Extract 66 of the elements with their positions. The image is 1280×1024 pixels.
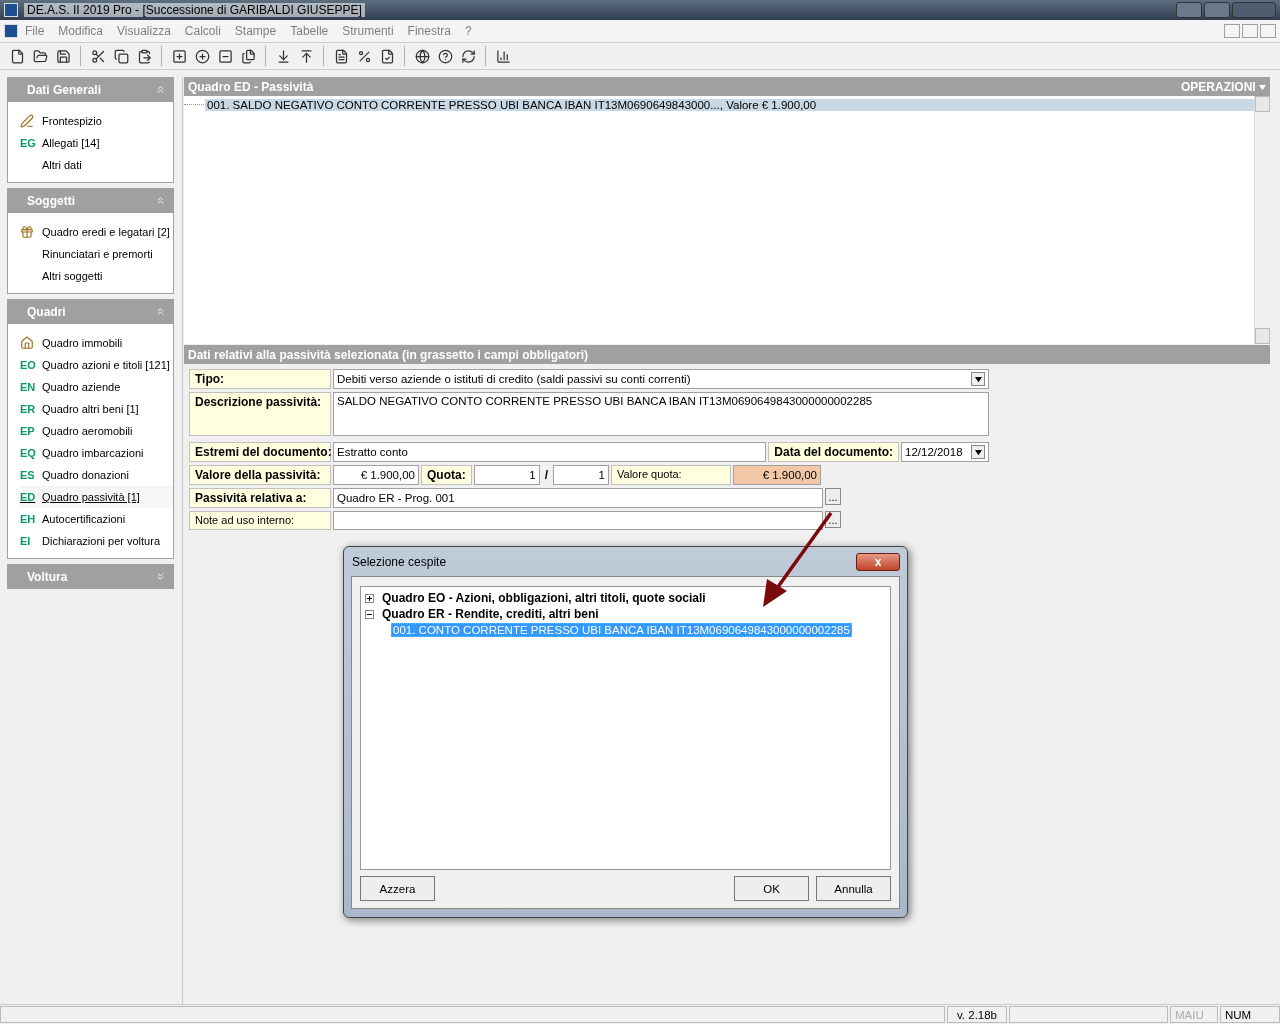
field-label: Passività relativa a: bbox=[189, 488, 331, 508]
remove-icon[interactable] bbox=[216, 47, 234, 65]
app-icon bbox=[4, 3, 18, 17]
browse-button[interactable]: ... bbox=[825, 488, 841, 505]
folder-icon[interactable] bbox=[31, 47, 49, 65]
panel-header: Quadro ED - Passività OPERAZIONI bbox=[184, 77, 1270, 96]
description-field[interactable]: SALDO NEGATIVO CONTO CORRENTE PRESSO UBI BANCA IBAN IT13M0690649843000000002285 bbox=[333, 392, 989, 436]
window-title: DE.A.S. II 2019 Pro - [Successione di GARIBALDI GIUSEPPE] bbox=[24, 3, 365, 17]
menu-item[interactable]: Modifica bbox=[51, 24, 111, 38]
menu-item[interactable]: Calcoli bbox=[177, 24, 228, 38]
item-icon bbox=[20, 336, 34, 350]
section-header: Dati relativi alla passività selezionata (in grassetto i campi obbligatori) bbox=[184, 345, 1270, 364]
menu-item[interactable]: Visualizza bbox=[110, 24, 178, 38]
field-label: Descrizione passività: bbox=[189, 392, 331, 436]
sidebar-item[interactable]: ED Quadro passività [1] bbox=[20, 486, 173, 508]
tree-node[interactable]: Quadro EO - Azioni, obbligazioni, altri titoli, quote sociali bbox=[382, 591, 706, 605]
menu-item[interactable]: Strumenti bbox=[335, 24, 401, 38]
field-label: Quota: bbox=[421, 465, 472, 485]
dialog-title: Selezione cespite bbox=[352, 554, 447, 569]
sync-icon[interactable] bbox=[459, 47, 477, 65]
pages-icon[interactable] bbox=[239, 47, 257, 65]
field-label: Data del documento: bbox=[768, 442, 899, 462]
close-button[interactable]: x bbox=[856, 552, 900, 571]
computed-value: € 1.900,00 bbox=[733, 465, 821, 485]
date-dropdown[interactable]: 12/12/2018 bbox=[901, 442, 989, 462]
separator-text: / bbox=[543, 467, 549, 484]
menu-item[interactable]: Tabelle bbox=[283, 24, 336, 38]
caret-icon bbox=[1259, 83, 1266, 91]
field-label: Note ad uso interno: bbox=[189, 511, 331, 530]
add-icon[interactable] bbox=[170, 47, 188, 65]
version-label: v. 2.18b bbox=[947, 1006, 1007, 1023]
add-icon[interactable] bbox=[193, 47, 211, 65]
menu-item[interactable]: Stampe bbox=[227, 24, 284, 38]
status-indicator: NUM bbox=[1220, 1006, 1280, 1023]
menu-item[interactable]: File bbox=[18, 24, 52, 38]
field-label: Estremi del documento: bbox=[189, 442, 331, 462]
menu-item[interactable]: Finestra bbox=[400, 24, 458, 38]
dialog-button[interactable]: Azzera bbox=[360, 876, 435, 901]
input-field[interactable]: Estratto conto bbox=[333, 442, 767, 462]
input-field[interactable]: 1 bbox=[473, 465, 540, 485]
input-field[interactable]: 1 bbox=[553, 465, 609, 485]
status-indicator: MAIU bbox=[1170, 1006, 1218, 1023]
field-label: Valore della passività: bbox=[189, 465, 331, 485]
expand-icon[interactable] bbox=[365, 593, 374, 603]
bar-icon[interactable] bbox=[494, 47, 512, 65]
type-dropdown[interactable]: Debiti verso aziende o istituti di credito (saldi passivi su conti correnti) bbox=[333, 369, 989, 389]
collapse-icon[interactable] bbox=[365, 609, 374, 619]
scrollbar[interactable] bbox=[1254, 96, 1270, 344]
item-icon bbox=[20, 225, 34, 239]
input-field[interactable]: Quadro ER - Prog. 001 bbox=[333, 488, 823, 508]
input-field[interactable]: € 1.900,00 bbox=[333, 465, 419, 485]
app-icon bbox=[4, 24, 18, 38]
copy-icon[interactable] bbox=[112, 47, 130, 65]
menu-item[interactable]: ? bbox=[457, 24, 479, 38]
list-row[interactable]: 001. SALDO NEGATIVO CONTO CORRENTE PRESSO UBI BANCA IBAN IT13M0690649843000..., Valore € 1.900,00 bbox=[205, 98, 1254, 111]
dialog-button[interactable]: OK bbox=[734, 876, 809, 901]
scissors-icon[interactable] bbox=[89, 47, 107, 65]
help-icon[interactable] bbox=[436, 47, 454, 65]
tree-node[interactable]: Quadro ER - Rendite, crediti, altri beni bbox=[382, 607, 599, 621]
input-field[interactable] bbox=[333, 511, 823, 530]
field-label: Tipo: bbox=[189, 369, 331, 389]
item-icon bbox=[20, 114, 34, 128]
dialog-button[interactable]: Annulla bbox=[816, 876, 891, 901]
save-icon[interactable] bbox=[54, 47, 72, 65]
globe-icon[interactable] bbox=[413, 47, 431, 65]
field-label: Valore quota: bbox=[611, 465, 731, 485]
